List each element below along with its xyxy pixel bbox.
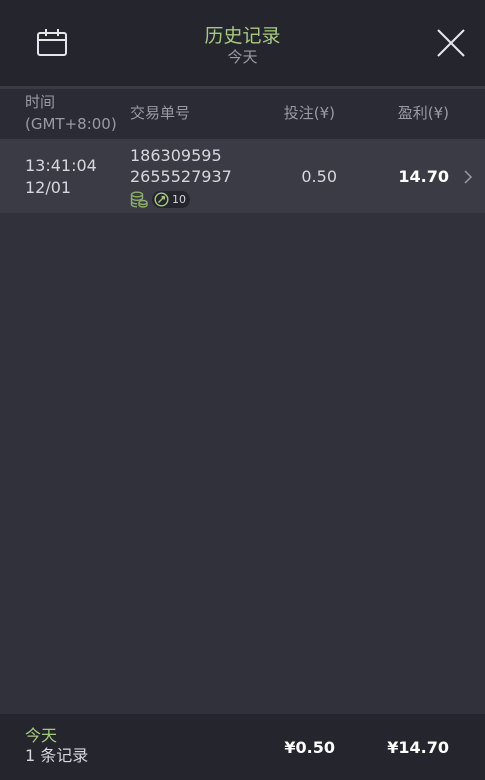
close-icon bbox=[437, 29, 465, 57]
row-order-id-line2: 2655527937 bbox=[130, 167, 232, 186]
row-profit-amount: 14.70 bbox=[398, 167, 449, 186]
column-header: 时间 (GMT+8:00) 交易单号 投注(¥) 盈利(¥) bbox=[0, 89, 485, 139]
footer-record-count: 1 条记录 bbox=[25, 746, 89, 765]
column-profit: 盈利(¥) bbox=[397, 104, 449, 122]
column-time: 时间 (GMT+8:00) bbox=[25, 91, 117, 135]
column-order: 交易单号 bbox=[130, 104, 191, 122]
table-row[interactable]: 13:41:04 12/01 186309595 2655527937 10 0… bbox=[0, 139, 485, 213]
page-subtitle: 今天 bbox=[227, 48, 258, 66]
header: 历史记录 今天 bbox=[0, 0, 485, 86]
row-date-value: 12/01 bbox=[25, 178, 72, 197]
free-spin-icon bbox=[154, 191, 169, 207]
page-title: 历史记录 bbox=[204, 25, 281, 47]
chevron-right-icon bbox=[464, 170, 473, 184]
summary-footer: 今天 1 条记录 ¥0.50 ¥14.70 bbox=[0, 714, 485, 780]
row-time: 13:41:04 12/01 bbox=[25, 155, 97, 199]
column-bet: 投注(¥) bbox=[283, 104, 335, 122]
row-time-value: 13:41:04 bbox=[25, 156, 97, 175]
footer-total-profit: ¥14.70 bbox=[387, 738, 449, 757]
close-button[interactable] bbox=[436, 28, 466, 58]
footer-summary-label: 今天 1 条记录 bbox=[25, 726, 88, 766]
title-block: 历史记录 今天 bbox=[0, 24, 485, 66]
row-order-id-line1: 186309595 bbox=[130, 146, 222, 165]
history-screen: 历史记录 今天 时间 (GMT+8:00) 交易单号 投注(¥) 盈利(¥) 1… bbox=[0, 0, 485, 780]
row-icons: 10 bbox=[130, 190, 190, 208]
column-time-label: 时间 bbox=[25, 93, 56, 111]
coins-icon bbox=[130, 191, 148, 208]
footer-total-bet: ¥0.50 bbox=[284, 738, 335, 757]
footer-period: 今天 bbox=[25, 726, 58, 745]
row-bet-amount: 0.50 bbox=[301, 167, 337, 186]
column-timezone-label: (GMT+8:00) bbox=[25, 115, 117, 133]
free-spin-count: 10 bbox=[172, 192, 186, 206]
free-spin-badge: 10 bbox=[152, 190, 190, 208]
row-order-id: 186309595 2655527937 bbox=[130, 145, 232, 187]
